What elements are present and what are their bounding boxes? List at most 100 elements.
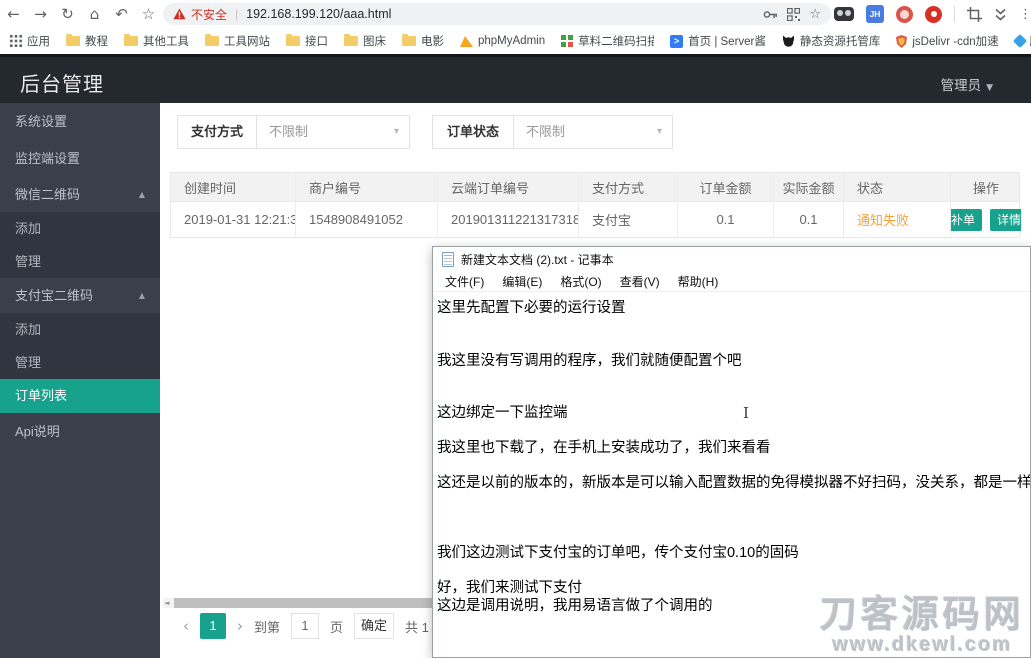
ring-extension-icon[interactable]: [896, 6, 913, 23]
dropdown-arrow-icon: ▾: [394, 116, 399, 148]
table-row: 2019-01-31 12:21:31 1548908491052 201901…: [170, 202, 1020, 238]
jh-extension-icon[interactable]: JH: [866, 5, 884, 23]
record-extension-icon[interactable]: [925, 6, 942, 23]
crop-icon[interactable]: [967, 7, 982, 22]
browser-menu-icon[interactable]: ⋮: [1019, 7, 1031, 22]
page-title: 后台管理: [20, 68, 104, 97]
bookmark-qr-scanner[interactable]: 草料二维码扫描器-利: [561, 33, 654, 49]
bookmark-label: 草料二维码扫描器-利: [578, 33, 654, 49]
notepad-titlebar[interactable]: 新建文本文档 (2).txt - 记事本: [433, 247, 1030, 271]
toolbar-divider: [954, 6, 955, 22]
user-name: 管理员: [941, 78, 982, 93]
text-line: [437, 335, 1030, 353]
url-text[interactable]: 192.168.199.120/aaa.html: [246, 7, 391, 21]
menu-file[interactable]: 文件(F): [436, 273, 493, 290]
cell-actual-amount: 0.1: [774, 202, 844, 237]
qr-code-icon[interactable]: [787, 8, 800, 21]
extensions-row: JH ⋮: [834, 0, 1031, 28]
sidebar-item-monitor-settings[interactable]: 监控端设置: [0, 140, 160, 177]
bookmark-folder[interactable]: 工具网站: [205, 33, 270, 49]
column-header: 操作: [951, 173, 1021, 201]
bookmark-static-repo[interactable]: 静态资源托管库: [782, 33, 881, 49]
pagination: ‹ 1 › 到第 1 页 确定 共 1 条: [183, 613, 446, 639]
jump-prefix-label: 到第: [254, 617, 280, 636]
bookmark-phpmyadmin[interactable]: phpMyAdmin: [460, 35, 545, 47]
bookmark-apps[interactable]: 应用: [10, 33, 50, 49]
menu-format[interactable]: 格式(O): [551, 273, 610, 290]
next-page-button[interactable]: ›: [237, 617, 243, 635]
forward-icon[interactable]: →: [27, 0, 54, 28]
user-menu[interactable]: 管理员 ▼: [941, 74, 993, 94]
bookmark-label: 教程: [85, 33, 108, 49]
sidebar-item-alipay-add[interactable]: 添加: [0, 313, 160, 346]
sidebar-item-order-list[interactable]: 订单列表: [0, 379, 160, 413]
sidebar-item-alipay-manage[interactable]: 管理: [0, 346, 160, 379]
menu-help[interactable]: 帮助(H): [669, 273, 728, 290]
sidebar-group-label: 微信二维码: [15, 187, 80, 202]
text-line: [437, 563, 1030, 581]
undo-icon[interactable]: ↶: [108, 0, 135, 28]
chevron-down-icon: ▼: [986, 83, 993, 93]
bookmark-label: 应用: [27, 33, 50, 49]
folder-icon: [286, 36, 300, 46]
bookmark-server-chan[interactable]: >首页 | Server酱: [670, 33, 766, 49]
filter-label-order-status: 订单状态: [432, 115, 514, 149]
bookmark-folder[interactable]: 电影: [402, 33, 444, 49]
sidebar-item-wechat-add[interactable]: 添加: [0, 212, 160, 245]
bookmark-folder[interactable]: 教程: [66, 33, 108, 49]
bookmark-folder[interactable]: 接口: [286, 33, 328, 49]
apps-grid-icon: [10, 35, 22, 47]
details-button[interactable]: 详情: [990, 209, 1021, 231]
cell-merchant-no: 1548908491052: [296, 202, 438, 237]
bookmark-tencent-class[interactable]: 腾讯课堂: [1015, 33, 1031, 49]
bookmark-label: jsDelivr -cdn加速: [912, 33, 998, 49]
filter-select-pay-method[interactable]: 不限制 ▾: [256, 115, 410, 149]
address-bar[interactable]: 不安全 | 192.168.199.120/aaa.html ☆: [163, 3, 831, 25]
text-line: [437, 370, 1030, 388]
bookmark-folder[interactable]: 图床: [344, 33, 386, 49]
cell-cloud-order-no: 201901311221317318: [438, 202, 579, 237]
notepad-menubar: 文件(F) 编辑(E) 格式(O) 查看(V) 帮助(H): [433, 271, 1030, 292]
text-line: [437, 423, 1030, 441]
prev-page-button[interactable]: ‹: [183, 617, 189, 635]
bookmark-jsdelivr[interactable]: jsDelivr -cdn加速: [896, 33, 998, 49]
cell-actions: 补单 详情: [951, 202, 1021, 237]
star-toolbar-icon[interactable]: ☆: [135, 0, 162, 28]
column-header: 云端订单编号: [438, 173, 579, 201]
shield-icon: [896, 35, 907, 48]
bookmark-label: 其他工具: [143, 33, 189, 49]
folder-icon: [344, 36, 358, 46]
bookmark-label: 图床: [363, 33, 386, 49]
sidebar-group-alipay-qr[interactable]: 支付宝二维码 ▲: [0, 278, 160, 313]
bookmark-star-icon[interactable]: ☆: [809, 7, 821, 22]
sidebar-group-wechat-qr[interactable]: 微信二维码 ▲: [0, 177, 160, 212]
glasses-extension-icon[interactable]: [834, 7, 854, 21]
scroll-left-icon[interactable]: ◄: [164, 598, 169, 608]
home-icon[interactable]: ⌂: [81, 0, 108, 28]
back-icon[interactable]: ←: [0, 0, 27, 28]
watermark: 刀客源码网 www.dkewl.com: [820, 596, 1025, 656]
column-header: 支付方式: [579, 173, 678, 201]
sidebar-item-api-docs[interactable]: Api说明: [0, 413, 160, 450]
reissue-button[interactable]: 补单: [951, 209, 982, 231]
security-warning-label[interactable]: 不安全: [191, 6, 227, 23]
menu-view[interactable]: 查看(V): [611, 273, 669, 290]
text-line: 这还是以前的版本的，新版本是可以输入配置数据的免得模拟器不好扫码，没关系，都是一…: [437, 475, 1030, 493]
page-jump-input[interactable]: 1: [291, 613, 319, 639]
menu-edit[interactable]: 编辑(E): [493, 273, 551, 290]
reload-icon[interactable]: ↻: [54, 0, 81, 28]
text-line: 这边绑定一下监控端: [437, 405, 1030, 423]
warning-triangle-icon: [173, 8, 186, 20]
filter-select-order-status[interactable]: 不限制 ▾: [513, 115, 673, 149]
column-header: 商户编号: [296, 173, 438, 201]
bookmark-folder[interactable]: 其他工具: [124, 33, 189, 49]
double-chevron-down-icon[interactable]: [994, 8, 1007, 21]
current-page-button[interactable]: 1: [200, 613, 226, 639]
key-icon[interactable]: [763, 10, 778, 19]
confirm-button[interactable]: 确定: [354, 613, 394, 639]
browser-toolbar: ← → ↻ ⌂ ↶ ☆ 不安全 | 192.168.199.120/aaa.ht…: [0, 0, 1031, 28]
text-line: 这里先配置下必要的运行设置: [437, 300, 1030, 318]
sidebar: 系统设置 监控端设置 微信二维码 ▲ 添加 管理 支付宝二维码 ▲ 添加 管理 …: [0, 103, 160, 658]
sidebar-item-wechat-manage[interactable]: 管理: [0, 245, 160, 278]
sidebar-item-system-settings[interactable]: 系统设置: [0, 103, 160, 140]
